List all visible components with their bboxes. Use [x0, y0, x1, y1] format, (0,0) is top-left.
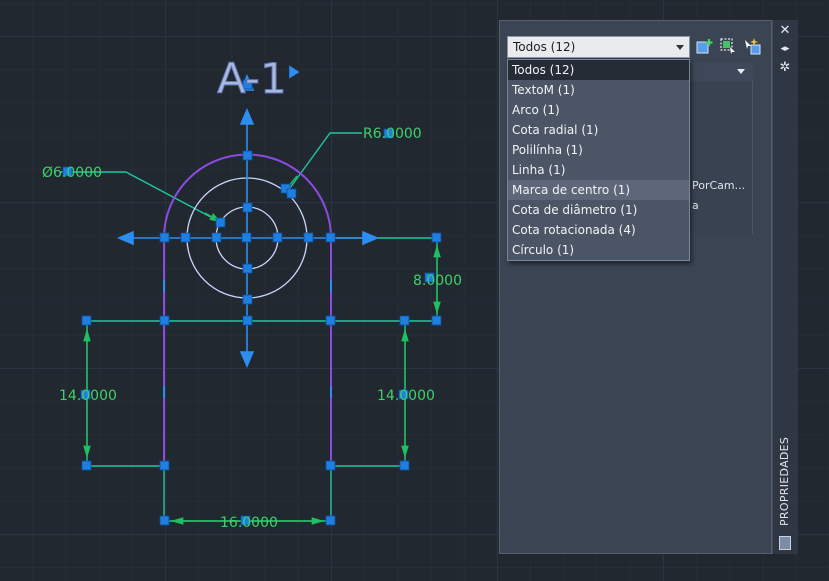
option-mtext[interactable]: TextoM (1) [508, 80, 689, 100]
radius-dim-text: R6.0000 [363, 126, 422, 142]
toggle-pickadd-icon[interactable] [696, 37, 714, 55]
grips[interactable] [62, 79, 442, 526]
option-center-mark[interactable]: Marca de centro (1) [508, 180, 689, 200]
option-line[interactable]: Linha (1) [508, 160, 689, 180]
chevron-down-icon[interactable] [676, 45, 684, 50]
auto-hide-icon[interactable]: ◂▸ [776, 41, 794, 57]
vertical-dim-text: 8.0000 [413, 273, 462, 289]
diameter-dim-text: Ø6.0000 [42, 165, 102, 181]
property-value-other[interactable]: a [692, 199, 699, 212]
bottom-width-dim-text: 16.0000 [220, 515, 278, 531]
gear-icon[interactable]: ✲ [776, 60, 794, 76]
option-diameter-dimension[interactable]: Cota de diâmetro (1) [508, 200, 689, 220]
select-objects-icon[interactable] [719, 37, 737, 55]
option-polyline[interactable]: Polilínha (1) [508, 140, 689, 160]
option-rotated-dimension[interactable]: Cota rotacionada (4) [508, 220, 689, 240]
selection-filter-combo[interactable]: Todos (12) [507, 36, 690, 58]
selection-filter-value: Todos (12) [513, 40, 576, 54]
mtext-label[interactable]: A-1 [217, 54, 288, 104]
selection-filter-dropdown[interactable]: Todos (12) TextoM (1) Arco (1) Cota radi… [507, 59, 690, 261]
quick-select-icon[interactable] [743, 37, 761, 55]
option-arc[interactable]: Arco (1) [508, 100, 689, 120]
right-height-dim-text: 14.0000 [377, 388, 435, 404]
palette-title: PROPRIEDADES [778, 436, 791, 526]
dimension-arrows [83, 175, 441, 525]
close-icon[interactable]: ✕ [776, 23, 794, 39]
properties-icon [779, 536, 791, 550]
dimension-lines [60, 132, 438, 522]
option-circle[interactable]: Círculo (1) [508, 240, 689, 260]
option-radial-dimension[interactable]: Cota radial (1) [508, 120, 689, 140]
property-category-header[interactable] [689, 62, 753, 81]
chevron-down-icon[interactable] [737, 69, 745, 74]
option-all[interactable]: Todos (12) [508, 60, 689, 80]
left-height-dim-text: 14.0000 [59, 388, 117, 404]
property-value-linetype[interactable]: PorCam... [692, 179, 745, 192]
